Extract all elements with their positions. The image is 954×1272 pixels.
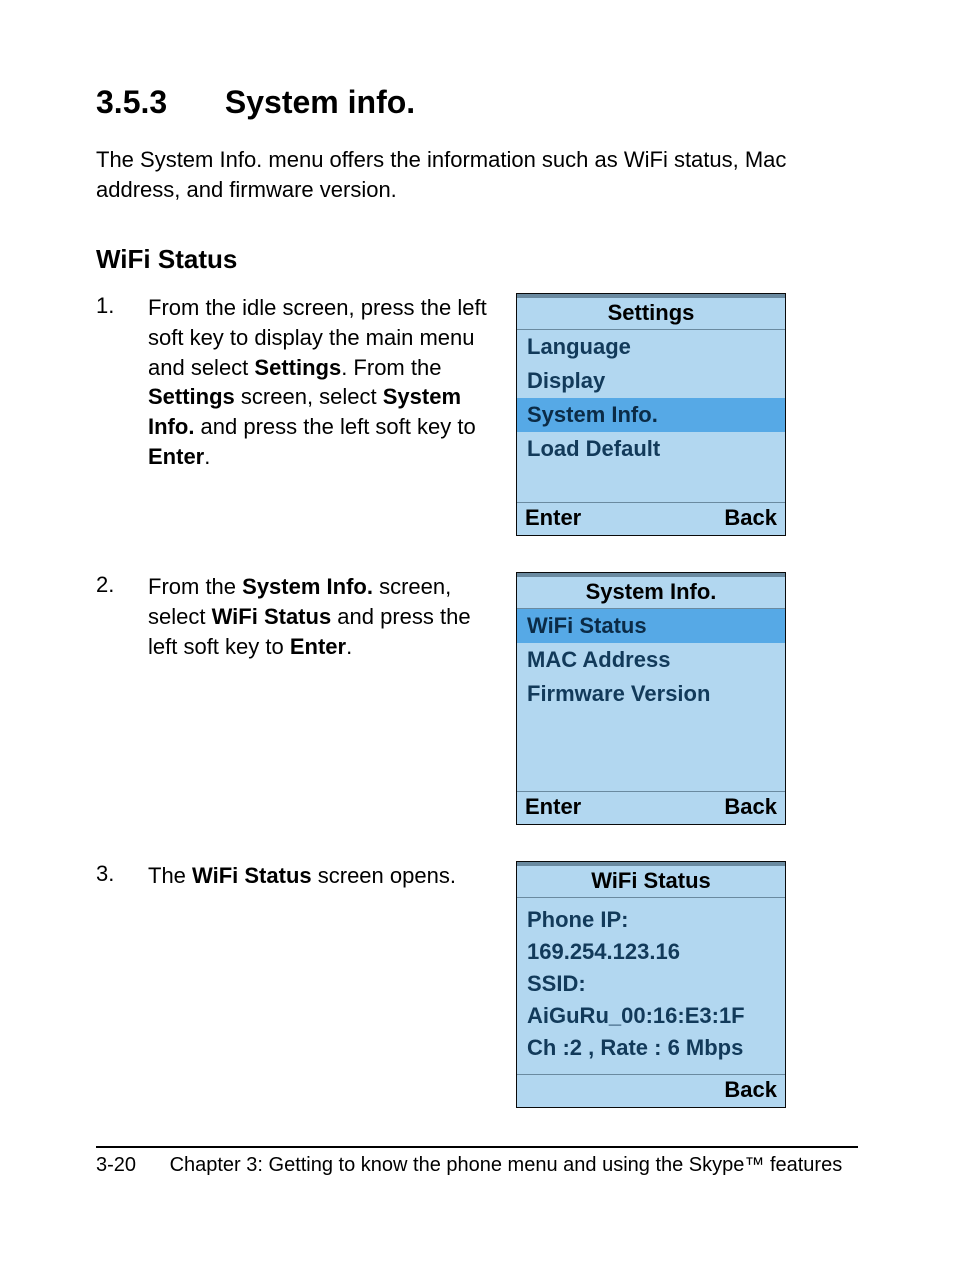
subsection-heading: WiFi Status — [96, 244, 858, 275]
phone-ip-value: 169.254.123.16 — [527, 936, 775, 968]
screen-title: WiFi Status — [517, 862, 785, 898]
step-number: 3. — [96, 861, 148, 887]
step-text: screen opens. — [312, 863, 456, 888]
bold-term: Settings — [254, 355, 341, 380]
softkey-left-enter[interactable]: Enter — [525, 794, 581, 820]
step-text: . — [346, 634, 352, 659]
page-number: 3-20 — [96, 1154, 164, 1177]
softkey-bar: Back — [517, 1074, 785, 1107]
softkey-right-back[interactable]: Back — [724, 1077, 777, 1103]
screen-title: System Info. — [517, 573, 785, 609]
channel-rate-value: Ch :2 , Rate : 6 Mbps — [527, 1032, 775, 1064]
menu-item-display[interactable]: Display — [517, 364, 785, 398]
bold-term: WiFi Status — [212, 604, 332, 629]
ssid-label: SSID: — [527, 968, 775, 1000]
system-info-screen: System Info. WiFi Status MAC Address Fir… — [516, 572, 786, 825]
step-row: 1. From the idle screen, press the left … — [96, 293, 858, 536]
softkey-left-enter[interactable]: Enter — [525, 505, 581, 531]
wifi-status-content: Phone IP: 169.254.123.16 SSID: AiGuRu_00… — [517, 898, 785, 1074]
system-info-menu: WiFi Status MAC Address Firmware Version — [517, 609, 785, 711]
softkey-right-back[interactable]: Back — [724, 794, 777, 820]
menu-item-firmware-version[interactable]: Firmware Version — [517, 677, 785, 711]
step-text: and press the left soft key to — [194, 414, 475, 439]
menu-item-mac-address[interactable]: MAC Address — [517, 643, 785, 677]
step-text: screen, select — [235, 384, 383, 409]
step-text: The — [148, 863, 192, 888]
menu-item-load-default[interactable]: Load Default — [517, 432, 785, 466]
step-row: 2. From the System Info. screen, select … — [96, 572, 858, 825]
section-title-text: System info. — [225, 84, 415, 120]
wifi-status-screen: WiFi Status Phone IP: 169.254.123.16 SSI… — [516, 861, 786, 1108]
bold-term: WiFi Status — [192, 863, 312, 888]
step-body: From the System Info. screen, select WiF… — [148, 572, 496, 661]
screen-title: Settings — [517, 294, 785, 330]
step-number: 2. — [96, 572, 148, 598]
ssid-value: AiGuRu_00:16:E3:1F — [527, 1000, 775, 1032]
step-text: . — [204, 444, 210, 469]
screen-spacer — [517, 711, 785, 791]
bold-term: Enter — [290, 634, 346, 659]
manual-page: 3.5.3 System info. The System Info. menu… — [0, 0, 954, 1272]
settings-menu: Language Display System Info. Load Defau… — [517, 330, 785, 466]
softkey-bar: Enter Back — [517, 791, 785, 824]
footer-rule — [96, 1146, 858, 1148]
softkey-bar: Enter Back — [517, 502, 785, 535]
bold-term: Settings — [148, 384, 235, 409]
step-body: From the idle screen, press the left sof… — [148, 293, 496, 471]
step-body: The WiFi Status screen opens. — [148, 861, 456, 891]
step-text: . From the — [341, 355, 441, 380]
bold-term: Enter — [148, 444, 204, 469]
screen-spacer — [517, 466, 785, 502]
softkey-right-back[interactable]: Back — [724, 505, 777, 531]
bold-term: System Info. — [242, 574, 373, 599]
step-text: From the — [148, 574, 242, 599]
section-heading: 3.5.3 System info. — [96, 84, 858, 121]
section-number: 3.5.3 — [96, 84, 216, 121]
menu-item-wifi-status[interactable]: WiFi Status — [517, 609, 785, 643]
settings-screen: Settings Language Display System Info. L… — [516, 293, 786, 536]
phone-ip-label: Phone IP: — [527, 904, 775, 936]
step-number: 1. — [96, 293, 148, 319]
step-row: 3. The WiFi Status screen opens. WiFi St… — [96, 861, 858, 1108]
page-footer: 3-20 Chapter 3: Getting to know the phon… — [96, 1154, 858, 1177]
footer-text: Chapter 3: Getting to know the phone men… — [170, 1154, 843, 1176]
intro-paragraph: The System Info. menu offers the informa… — [96, 145, 858, 204]
menu-item-language[interactable]: Language — [517, 330, 785, 364]
menu-item-system-info[interactable]: System Info. — [517, 398, 785, 432]
